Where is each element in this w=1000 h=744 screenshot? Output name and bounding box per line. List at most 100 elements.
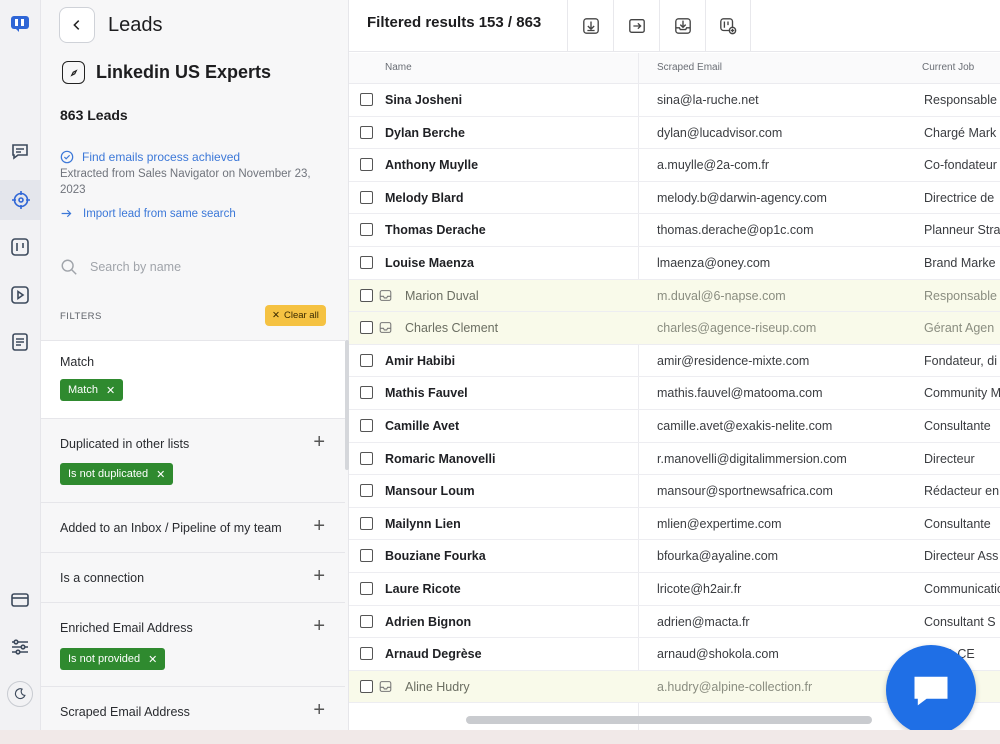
row-checkbox[interactable] [360, 451, 373, 465]
lead-name[interactable]: Laure Ricote [385, 582, 461, 596]
settings-sliders-icon[interactable] [7, 634, 33, 660]
add-filter-plus-icon[interactable]: + [313, 615, 325, 638]
table-row[interactable]: Amir Habibi amir@residence-mixte.com Fonda… [349, 345, 1000, 378]
lead-name[interactable]: Dylan Berche [385, 126, 465, 140]
process-status: Find emails process achieved [60, 150, 240, 164]
remove-tag-icon[interactable]: ✕ [156, 468, 165, 481]
horizontal-scrollbar[interactable] [466, 716, 872, 724]
table-row[interactable]: Charles Clement charles@agence-riseup.com… [349, 312, 1000, 345]
lead-name[interactable]: Melody Blard [385, 191, 464, 205]
filter-enriched-email[interactable]: Enriched Email Address + Is not provided… [41, 602, 345, 686]
row-checkbox[interactable] [360, 223, 373, 237]
column-header-scraped-email[interactable]: Scraped Email [657, 62, 722, 73]
row-checkbox[interactable] [360, 93, 373, 106]
add-filter-plus-icon[interactable]: + [313, 699, 325, 722]
lead-name[interactable]: Mailynn Lien [385, 517, 461, 531]
row-checkbox[interactable] [360, 647, 373, 661]
table-row[interactable]: Camille Avet camille.avet@exakis-nelite.c… [349, 410, 1000, 443]
remove-tag-icon[interactable]: ✕ [148, 653, 157, 666]
lead-name[interactable]: Thomas Derache [385, 223, 486, 237]
table-row[interactable]: Dylan Berche dylan@lucadvisor.com Chargé M… [349, 117, 1000, 150]
lead-name[interactable]: Mathis Fauvel [385, 386, 468, 400]
filter-tag[interactable]: Match ✕ [60, 379, 124, 401]
table-row[interactable]: Anthony Muylle a.muylle@2a-com.fr Co-fonda… [349, 149, 1000, 182]
column-header-name[interactable]: Name [385, 62, 412, 73]
filter-tag[interactable]: Is not duplicated ✕ [60, 463, 174, 485]
prospecting-target-icon[interactable] [0, 180, 41, 220]
row-checkbox[interactable] [360, 158, 373, 172]
pipeline-icon[interactable] [7, 234, 33, 260]
filter-is-connection[interactable]: Is a connection + [41, 552, 345, 602]
chat-support-button[interactable] [886, 645, 976, 730]
row-checkbox[interactable] [360, 125, 373, 139]
lead-email: mlien@expertime.com [657, 516, 782, 531]
table-row[interactable]: Louise Maenza lmaenza@oney.com Brand Marke [349, 247, 1000, 280]
table-row[interactable]: Mathis Fauvel mathis.fauvel@matooma.com Co… [349, 377, 1000, 410]
add-filter-plus-icon[interactable]: + [313, 431, 325, 454]
table-row[interactable]: Melody Blard melody.b@darwin-agency.com Di… [349, 182, 1000, 215]
lead-name[interactable]: Amir Habibi [385, 354, 455, 368]
search-by-name[interactable]: Search by name [60, 258, 181, 276]
lead-name[interactable]: Anthony Muylle [385, 158, 478, 172]
table-row[interactable]: Adrien Bignon adrien@macta.fr Consultant S [349, 606, 1000, 639]
lead-name[interactable]: Mansour Loum [385, 484, 475, 498]
table-row[interactable]: Mansour Loum mansour@sportnewsafrica.com R… [349, 475, 1000, 508]
row-checkbox[interactable] [360, 418, 373, 432]
app-logo-icon[interactable] [7, 10, 33, 36]
table-row[interactable]: Sina Josheni sina@la-ruche.net Responsable [349, 84, 1000, 117]
video-play-icon[interactable] [7, 282, 33, 308]
add-filter-plus-icon[interactable]: + [313, 515, 325, 538]
filter-tag[interactable]: Is not provided ✕ [60, 648, 166, 670]
back-button[interactable] [59, 7, 95, 43]
row-checkbox[interactable] [360, 255, 373, 269]
column-header-current-job[interactable]: Current Job [922, 62, 974, 73]
table-row[interactable]: Marion Duval m.duval@6-napse.com Responsab… [349, 279, 1000, 313]
row-checkbox[interactable] [360, 679, 373, 693]
remove-tag-icon[interactable]: ✕ [106, 384, 115, 397]
lead-name[interactable]: Charles Clement [405, 321, 498, 335]
row-checkbox[interactable] [360, 581, 373, 595]
billing-card-icon[interactable] [7, 587, 33, 613]
add-filter-plus-icon[interactable]: + [313, 565, 325, 588]
search-input[interactable]: Search by name [90, 260, 181, 274]
export-button[interactable] [613, 0, 659, 52]
table-row[interactable]: Laure Ricote lricote@h2air.fr Communicatio [349, 573, 1000, 606]
lead-name[interactable]: Adrien Bignon [385, 615, 471, 629]
row-checkbox[interactable] [360, 516, 373, 530]
messages-icon[interactable] [7, 138, 33, 164]
add-to-inbox-button[interactable] [659, 0, 705, 52]
row-checkbox[interactable] [360, 190, 373, 204]
add-to-pipeline-button[interactable] [705, 0, 751, 52]
table-row[interactable]: Bouziane Fourka bfourka@ayaline.com Direct… [349, 540, 1000, 573]
row-checkbox[interactable] [360, 614, 373, 628]
filter-added-to-inbox[interactable]: Added to an Inbox / Pipeline of my team … [41, 502, 345, 552]
filter-duplicated[interactable]: Duplicated in other lists + Is not dupli… [41, 418, 345, 502]
dark-mode-moon-icon[interactable] [7, 681, 33, 707]
document-list-icon[interactable] [7, 329, 33, 355]
row-checkbox[interactable] [360, 353, 373, 367]
row-checkbox[interactable] [360, 549, 373, 563]
table-row[interactable]: Romaric Manovelli r.manovelli@digitalimme… [349, 443, 1000, 476]
lead-name[interactable]: Romaric Manovelli [385, 452, 495, 466]
lead-name[interactable]: Arnaud Degrèse [385, 647, 482, 661]
inbox-icon [379, 322, 392, 334]
filter-match[interactable]: Match Match ✕ [41, 340, 345, 418]
table-row[interactable]: Thomas Derache thomas.derache@op1c.com Pla… [349, 214, 1000, 247]
lead-name[interactable]: Marion Duval [405, 289, 479, 303]
lead-name[interactable]: Louise Maenza [385, 256, 474, 270]
row-checkbox[interactable] [360, 484, 373, 498]
lead-email: lmaenza@oney.com [657, 255, 771, 270]
row-checkbox[interactable] [360, 288, 373, 302]
clear-all-button[interactable]: ✕ Clear all [265, 305, 326, 326]
row-checkbox[interactable] [360, 386, 373, 400]
lead-name[interactable]: Bouziane Fourka [385, 549, 486, 563]
lead-name[interactable]: Camille Avet [385, 419, 459, 433]
lead-name[interactable]: Sina Josheni [385, 93, 462, 107]
filter-scraped-email[interactable]: Scraped Email Address + [41, 686, 345, 730]
import-lead-link[interactable]: Import lead from same search [60, 207, 236, 220]
row-checkbox[interactable] [360, 321, 373, 335]
table-row[interactable]: Mailynn Lien mlien@expertime.com Consultan… [349, 508, 1000, 541]
icon-rail [0, 0, 41, 730]
download-button[interactable] [567, 0, 613, 52]
lead-name[interactable]: Aline Hudry [405, 680, 470, 694]
